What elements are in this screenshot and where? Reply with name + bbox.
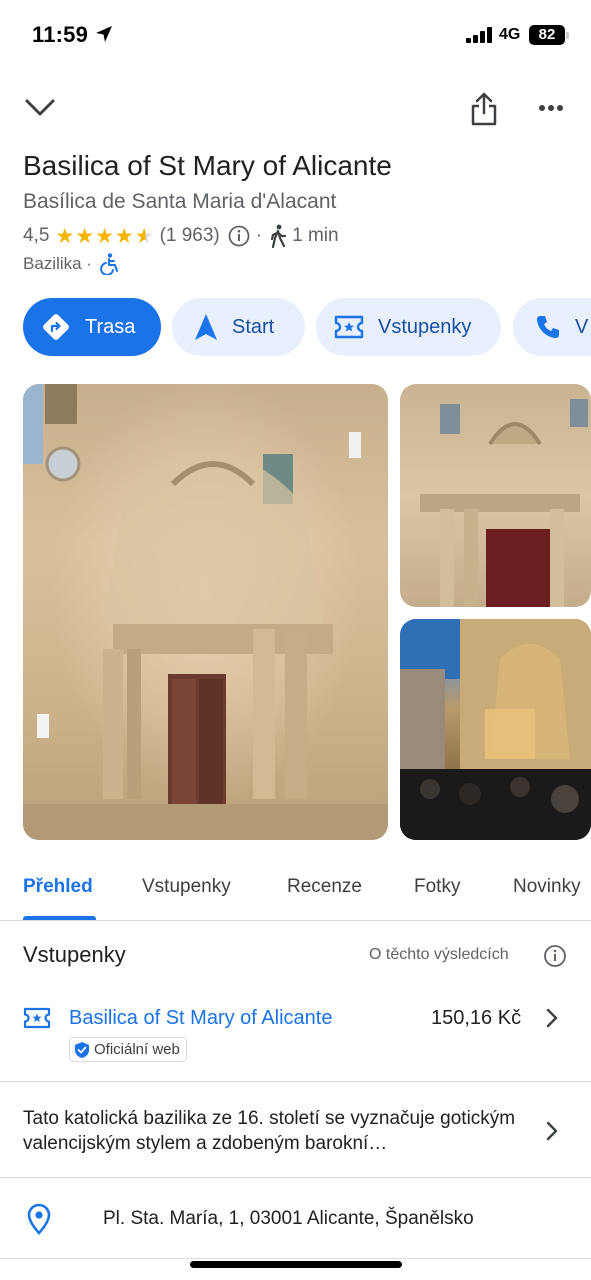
- ticket-price: 150,16 Kč: [431, 1007, 522, 1029]
- home-indicator[interactable]: [190, 1261, 402, 1268]
- network-type: 4G: [499, 26, 521, 43]
- directions-icon: [41, 312, 71, 342]
- tickets-label: Vstupenky: [378, 315, 472, 338]
- procession-image: [400, 619, 591, 840]
- divider: [0, 920, 591, 921]
- walking-icon: [270, 224, 287, 248]
- chevron-down-icon: [25, 99, 55, 116]
- photo-thumbnail[interactable]: [400, 384, 591, 607]
- divider: [0, 1081, 591, 1082]
- review-count: (1 963): [159, 225, 220, 246]
- official-site-badge: Oficiální web: [69, 1037, 187, 1062]
- basilica-facade-image: [23, 384, 388, 840]
- tab-overview[interactable]: Přehled: [23, 876, 93, 898]
- more-vertical-icon: [539, 105, 563, 111]
- star-icon: ★: [95, 224, 114, 248]
- share-icon: [471, 92, 497, 126]
- directions-button[interactable]: Trasa: [23, 298, 161, 356]
- chevron-right-icon[interactable]: [545, 1007, 559, 1034]
- facade-detail-image: [420, 399, 588, 607]
- half-star-icon: ★: [134, 224, 154, 248]
- ticket-icon: [23, 1007, 51, 1034]
- about-results-link[interactable]: O těchto výsledcích: [369, 946, 509, 964]
- star-rating: ★ ★ ★ ★ ★: [55, 226, 153, 247]
- separator-dot: ·: [255, 225, 263, 246]
- divider: [0, 1177, 591, 1178]
- photo-thumbnail[interactable]: [400, 619, 591, 840]
- star-icon: ★: [75, 224, 95, 248]
- star-icon: ★: [55, 224, 75, 248]
- place-local-name: Basílica de Santa Maria d'Alacant: [23, 190, 337, 213]
- rating-row[interactable]: 4,5 ★ ★ ★ ★ ★ (1 963) · 1 min: [23, 223, 339, 249]
- tab-tickets[interactable]: Vstupenky: [142, 876, 231, 898]
- wheelchair-icon: [100, 253, 120, 275]
- star-icon: ★: [114, 224, 134, 248]
- signal-bars-icon: [466, 27, 494, 48]
- place-tabs: Přehled Vstupenky Recenze Fotky Novinky: [0, 860, 591, 920]
- call-button[interactable]: V: [513, 298, 591, 356]
- navigation-arrow-icon: [194, 313, 218, 341]
- action-chips: Trasa Start Vstupenky V: [23, 298, 591, 356]
- phone-icon: [535, 314, 561, 340]
- location-arrow-icon: [95, 25, 113, 48]
- start-button[interactable]: Start: [172, 298, 305, 356]
- tickets-button[interactable]: Vstupenky: [316, 298, 501, 356]
- info-icon[interactable]: [228, 225, 250, 247]
- call-label: V: [575, 315, 589, 338]
- walk-time: 1 min: [292, 225, 339, 246]
- place-title: Basilica of St Mary of Alicante: [23, 150, 392, 181]
- official-site-label: Oficiální web: [94, 1041, 180, 1058]
- ticket-provider-link[interactable]: Basilica of St Mary of Alicante: [69, 1007, 332, 1030]
- status-bar: 11:59 4G 82: [0, 0, 591, 70]
- start-label: Start: [232, 315, 275, 338]
- tab-reviews[interactable]: Recenze: [287, 876, 362, 898]
- place-description[interactable]: Tato katolická bazilika ze 16. století s…: [23, 1106, 523, 1156]
- battery-cap: [566, 32, 569, 39]
- directions-label: Trasa: [85, 315, 136, 338]
- rating-value: 4,5: [23, 225, 50, 246]
- share-button[interactable]: [464, 88, 504, 130]
- tab-updates[interactable]: Novinky: [513, 876, 581, 898]
- verified-shield-icon: [74, 1041, 90, 1059]
- battery-icon: 82: [529, 25, 565, 45]
- location-pin-icon: [27, 1203, 51, 1240]
- divider: [0, 1258, 591, 1259]
- category-row: Bazilika ·: [23, 253, 120, 275]
- category-label: Bazilika ·: [23, 254, 92, 273]
- chevron-right-icon[interactable]: [545, 1120, 559, 1147]
- collapse-button[interactable]: [20, 88, 60, 128]
- tab-photos[interactable]: Fotky: [414, 876, 460, 898]
- tickets-section-title: Vstupenky: [23, 942, 126, 967]
- status-time: 11:59: [32, 22, 89, 47]
- more-options-button[interactable]: [531, 88, 571, 128]
- info-icon[interactable]: [543, 944, 567, 973]
- address-text[interactable]: Pl. Sta. María, 1, 03001 Alicante, Španě…: [103, 1208, 474, 1230]
- ticket-icon: [334, 315, 364, 339]
- main-photo[interactable]: [23, 384, 388, 840]
